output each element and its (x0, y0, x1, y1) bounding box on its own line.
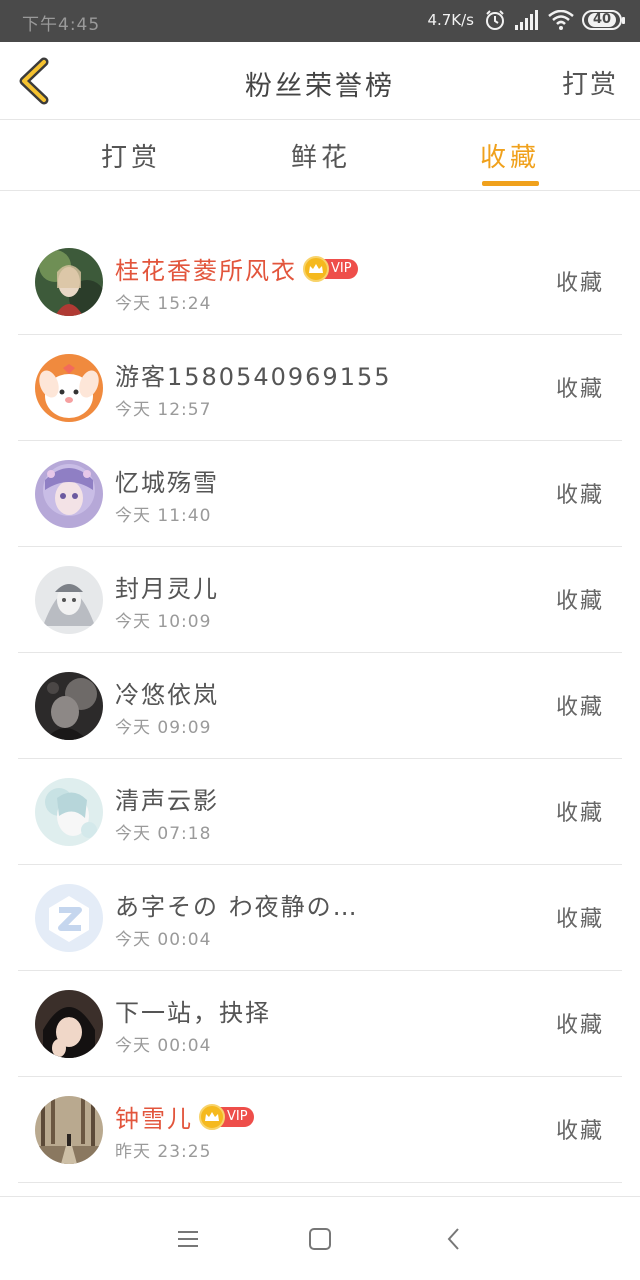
list-item[interactable]: 忆城殇雪 今天 11:40 收藏 (18, 441, 622, 547)
fan-time: 今天 07:18 (115, 824, 212, 844)
avatar (35, 778, 103, 846)
fan-name: 忆城殇雪 (115, 469, 219, 497)
fan-time: 今天 00:04 (115, 930, 212, 950)
fan-time: 今天 15:24 (115, 294, 212, 314)
fan-time: 今天 12:57 (115, 400, 212, 420)
vip-badge: VIP (303, 255, 358, 282)
avatar (35, 566, 103, 634)
fan-action-label: 收藏 (555, 1119, 604, 1144)
list-item[interactable]: 清声云影 今天 07:18 收藏 (18, 759, 622, 865)
default-qq-avatar-icon (35, 884, 103, 952)
battery-icon: 40 (582, 10, 625, 30)
tab-collect[interactable]: 收藏 (455, 137, 565, 174)
fan-action-label: 收藏 (555, 1013, 604, 1038)
fan-time: 今天 00:04 (115, 1036, 212, 1056)
avatar (35, 884, 103, 952)
crown-icon (199, 1103, 225, 1130)
home-square-icon[interactable] (306, 1225, 334, 1253)
fan-name: 冷悠依岚 (115, 681, 219, 709)
alarm-icon (486, 10, 504, 30)
avatar (35, 248, 103, 316)
list-item[interactable]: 封月灵儿 今天 10:09 收藏 (18, 547, 622, 653)
status-icons: 4.7K/s 40 (427, 9, 625, 31)
fan-time: 今天 11:40 (115, 506, 212, 526)
list-item[interactable]: 下一站，抉择 今天 00:04 收藏 (18, 971, 622, 1077)
wifi-icon (548, 10, 574, 30)
reward-button[interactable]: 打赏 (562, 64, 618, 101)
avatar (35, 990, 103, 1058)
fan-time: 今天 10:09 (115, 612, 212, 632)
fan-name: あ字その わ夜静の… (115, 893, 359, 921)
list-item[interactable]: 桂花香菱所风衣 VIP 今天 15:24 收藏 (18, 229, 622, 335)
tab-flowers[interactable]: 鲜花 (266, 137, 376, 174)
fan-name: 游客1580540969155 (115, 363, 392, 391)
active-tab-indicator (482, 181, 539, 186)
fan-action-label: 收藏 (555, 801, 604, 826)
avatar (35, 672, 103, 740)
tab-reward[interactable]: 打赏 (76, 137, 186, 174)
fan-time: 今天 09:09 (115, 718, 212, 738)
fan-name: 封月灵儿 (115, 575, 219, 603)
page-title: 粉丝荣誉榜 (245, 71, 395, 102)
list-item[interactable]: あ字その わ夜静の… 今天 00:04 收藏 (18, 865, 622, 971)
battery-level: 40 (587, 13, 617, 27)
system-nav-bar (0, 1196, 640, 1280)
network-speed: 4.7K/s (427, 11, 474, 29)
vip-badge: VIP (199, 1103, 254, 1130)
list-item[interactable]: 冷悠依岚 今天 09:09 收藏 (18, 653, 622, 759)
fan-name: 清声云影 (115, 787, 219, 815)
signal-icon (515, 10, 538, 30)
fan-action-label: 收藏 (555, 907, 604, 932)
list-item[interactable]: 游客1580540969155 今天 12:57 收藏 (18, 335, 622, 441)
list-item[interactable]: 钟雪儿 VIP 昨天 23:25 收藏 (18, 1077, 622, 1183)
fan-action-label: 收藏 (555, 377, 604, 402)
status-time: 下午4:45 (22, 15, 101, 35)
avatar (35, 460, 103, 528)
avatar (35, 354, 103, 422)
fan-action-label: 收藏 (555, 589, 604, 614)
fan-name: 下一站，抉择 (115, 999, 271, 1027)
fan-action-label: 收藏 (555, 695, 604, 720)
fan-name: 桂花香菱所风衣 (115, 257, 297, 285)
fan-time: 昨天 23:25 (115, 1142, 212, 1162)
status-bar: 下午4:45 4.7K/s 40 (0, 0, 640, 42)
tab-bar: 打赏 鲜花 收藏 (0, 121, 640, 191)
avatar (35, 1096, 103, 1164)
fan-action-label: 收藏 (555, 271, 604, 296)
crown-icon (303, 255, 329, 282)
fan-list: 桂花香菱所风衣 VIP 今天 15:24 收藏 游客1580540969155 … (0, 229, 640, 1183)
menu-icon[interactable] (174, 1225, 202, 1253)
fan-action-label: 收藏 (555, 483, 604, 508)
back-triangle-icon[interactable] (440, 1225, 468, 1253)
fan-name: 钟雪儿 (115, 1105, 193, 1133)
top-app-bar: 粉丝荣誉榜 打赏 (0, 42, 640, 120)
